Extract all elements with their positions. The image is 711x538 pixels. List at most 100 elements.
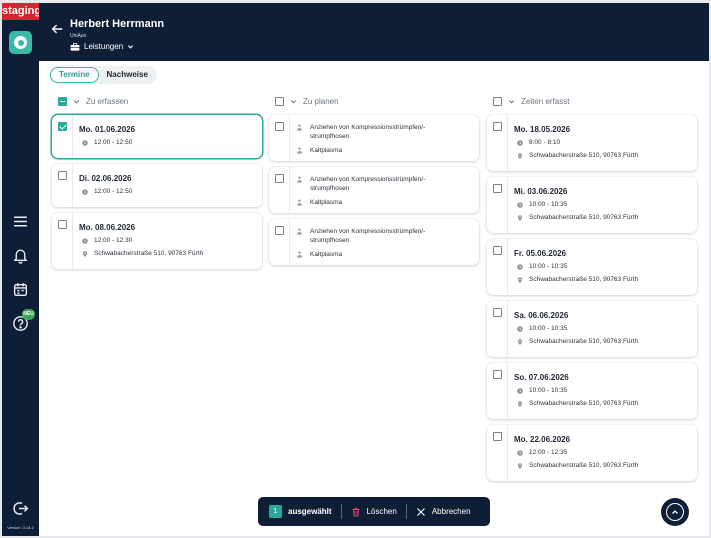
fab-ring xyxy=(666,503,684,521)
appointment-card[interactable]: Mo. 08.06.2026 12:00 - 12:30 Schwabacher… xyxy=(52,213,262,269)
card-checkbox[interactable] xyxy=(275,122,284,131)
column-header-zu-planen[interactable]: Zu planen xyxy=(275,97,339,106)
task-text: Kaltplasma xyxy=(310,251,343,258)
card-checkbox[interactable] xyxy=(493,432,502,441)
recorded-card[interactable]: Sa. 06.06.2026 10:00 - 10:35 Schwabacher… xyxy=(487,301,697,357)
card-divider xyxy=(507,301,508,357)
card-checkbox[interactable] xyxy=(493,122,502,131)
bell-icon[interactable] xyxy=(12,247,29,264)
select-all-checkbox[interactable] xyxy=(493,97,502,106)
section-dropdown[interactable]: Leistungen xyxy=(70,42,134,51)
column-header-zu-erfassen[interactable]: Zu erfassen xyxy=(58,97,128,106)
column-header-zeiten-erfasst[interactable]: Zeiten erfasst xyxy=(493,97,569,106)
sidebar: staging NEU Version: 3.14.2 xyxy=(2,3,41,536)
person-icon xyxy=(296,199,303,206)
task-text: Anziehen von Kompressionsstrümpfen/- stru… xyxy=(310,124,426,140)
card-date: Fr. 05.06.2026 xyxy=(514,249,567,258)
app-logo[interactable] xyxy=(9,31,32,54)
trash-icon xyxy=(352,507,360,516)
time-text: 12:00 - 12:30 xyxy=(94,237,133,244)
planning-card[interactable]: Anziehen von Kompressionsstrümpfen/- stru… xyxy=(269,167,479,213)
card-date: Di. 02.06.2026 xyxy=(79,174,132,183)
clock-icon xyxy=(517,387,523,394)
appointment-card[interactable]: Mo. 01.06.2026 12:00 - 12:50 xyxy=(52,115,262,158)
task-line: Kaltplasma xyxy=(296,146,342,155)
clock-icon xyxy=(517,139,523,146)
recorded-card[interactable]: Fr. 05.06.2026 10:00 - 10:35 Schwabacher… xyxy=(487,239,697,295)
card-time: 12:00 - 12:35 xyxy=(517,449,567,456)
recorded-card[interactable]: Mi. 03.06.2026 10:00 - 10:35 Schwabacher… xyxy=(487,177,697,233)
column-title: Zeiten erfasst xyxy=(521,97,570,106)
card-date: Sa. 06.06.2026 xyxy=(514,311,569,320)
card-time: 10:00 - 10:35 xyxy=(517,263,567,270)
planning-card[interactable]: Anziehen von Kompressionsstrümpfen/- stru… xyxy=(269,115,479,161)
task-line: Anziehen von Kompressionsstrümpfen/- stru… xyxy=(296,123,425,141)
card-divider xyxy=(507,425,508,481)
column-title: Zu planen xyxy=(303,97,339,106)
divider xyxy=(405,504,407,519)
person-icon xyxy=(296,147,303,154)
card-divider xyxy=(289,167,290,213)
card-checkbox[interactable] xyxy=(58,171,67,180)
card-address: Schwabacherstraße 510, 90763 Fürth xyxy=(517,152,638,159)
section-label: Leistungen xyxy=(84,42,124,51)
app-window: staging NEU Version: 3.14.2 Herbert Herr… xyxy=(2,3,709,536)
task-text: Anziehen von Kompressionsstrümpfen/- stru… xyxy=(310,228,426,244)
recorded-card[interactable]: So. 07.06.2026 10:00 - 10:35 Schwabacher… xyxy=(487,363,697,419)
delete-button[interactable]: Löschen xyxy=(351,507,397,517)
address-text: Schwabacherstraße 510, 90763 Fürth xyxy=(529,462,639,469)
card-checkbox[interactable] xyxy=(275,174,284,183)
version-label: Version: 3.14.2 xyxy=(7,525,34,530)
location-pin-icon xyxy=(82,250,88,257)
clock-icon xyxy=(82,139,88,146)
close-icon xyxy=(416,507,425,516)
card-date: Mo. 22.06.2026 xyxy=(514,435,571,444)
delete-label: Löschen xyxy=(366,507,397,516)
address-text: Schwabacherstraße 510, 90763 Fürth xyxy=(94,250,204,257)
card-checkbox[interactable] xyxy=(58,122,67,131)
clock-icon xyxy=(517,325,523,332)
logout-icon[interactable] xyxy=(12,500,29,517)
cancel-button[interactable]: Abbrechen xyxy=(416,507,471,517)
card-divider xyxy=(289,115,290,161)
card-checkbox[interactable] xyxy=(493,246,502,255)
time-text: 12:00 - 12:35 xyxy=(529,449,568,456)
card-divider xyxy=(72,164,73,207)
appointment-card[interactable]: Di. 02.06.2026 12:00 - 12:50 xyxy=(52,164,262,207)
briefcase-icon xyxy=(70,42,80,51)
back-arrow-icon[interactable] xyxy=(50,22,64,36)
clock-icon xyxy=(82,188,88,195)
card-time: 12:00 - 12:50 xyxy=(82,188,132,195)
card-address: Schwabacherstraße 510, 90763 Fürth xyxy=(517,462,638,469)
card-checkbox[interactable] xyxy=(493,308,502,317)
task-text: Kaltplasma xyxy=(310,147,343,154)
person-icon xyxy=(296,228,303,235)
planning-card[interactable]: Anziehen von Kompressionsstrümpfen/- stru… xyxy=(269,219,479,265)
card-checkbox[interactable] xyxy=(493,370,502,379)
select-all-checkbox[interactable] xyxy=(275,97,284,106)
time-text: 12:00 - 12:50 xyxy=(94,139,133,146)
address-text: Schwabacherstraße 510, 90763 Fürth xyxy=(529,400,639,407)
tab-termine[interactable]: Termine xyxy=(50,67,99,83)
select-all-checkbox[interactable] xyxy=(58,97,67,106)
task-text: Anziehen von Kompressionsstrümpfen/- stru… xyxy=(310,176,426,192)
location-pin-icon xyxy=(517,462,523,469)
card-divider xyxy=(289,219,290,265)
new-badge: NEU xyxy=(22,309,35,320)
card-address: Schwabacherstraße 510, 90763 Fürth xyxy=(517,400,638,407)
card-checkbox[interactable] xyxy=(275,226,284,235)
card-checkbox[interactable] xyxy=(493,184,502,193)
recorded-card[interactable]: Mo. 18.05.2026 8:00 - 8:10 Schwabacherst… xyxy=(487,115,697,171)
card-divider xyxy=(507,177,508,233)
card-checkbox[interactable] xyxy=(58,220,67,229)
time-text: 12:00 - 12:50 xyxy=(94,188,133,195)
calendar-icon[interactable] xyxy=(12,281,29,298)
card-divider xyxy=(507,115,508,171)
tab-nachweise[interactable]: Nachweise xyxy=(99,67,156,83)
menu-icon[interactable] xyxy=(12,213,29,230)
scroll-to-top-button[interactable] xyxy=(661,498,689,526)
recorded-card[interactable]: Mo. 22.06.2026 12:00 - 12:35 Schwabacher… xyxy=(487,425,697,481)
task-line: Anziehen von Kompressionsstrümpfen/- stru… xyxy=(296,175,425,193)
chevron-down-icon xyxy=(128,45,134,49)
time-text: 10:00 - 10:35 xyxy=(529,263,568,270)
